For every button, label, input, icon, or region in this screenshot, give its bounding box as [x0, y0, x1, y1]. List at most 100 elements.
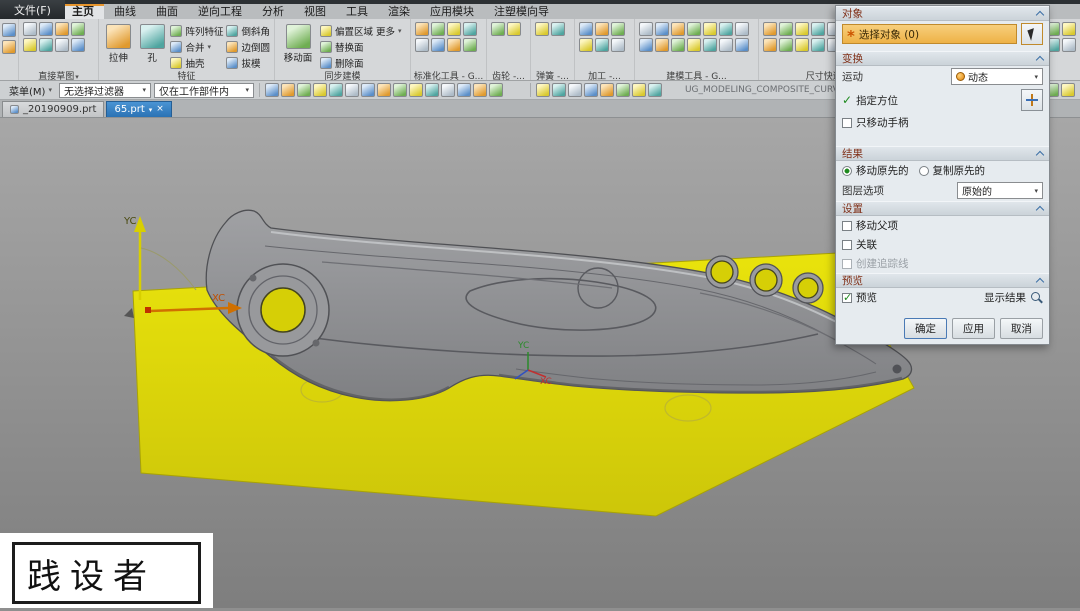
select-object-field[interactable]: * 选择对象 (0) [842, 24, 1017, 44]
ribbon-icon[interactable] [491, 22, 505, 36]
ribbon-icon[interactable] [703, 22, 717, 36]
chamfer-button[interactable]: 倒斜角 [226, 24, 270, 38]
tab-analysis[interactable]: 分析 [252, 4, 294, 19]
ribbon-icon[interactable] [431, 38, 445, 52]
ribbon-icon[interactable] [280, 83, 295, 97]
group-label-sync[interactable]: 同步建模 [275, 69, 410, 80]
ribbon-icon[interactable] [735, 38, 749, 52]
ribbon-icon[interactable] [1062, 38, 1076, 52]
close-icon[interactable]: × [156, 105, 164, 114]
section-header-result[interactable]: 结果 [836, 146, 1049, 161]
ribbon-icon[interactable] [763, 38, 777, 52]
ribbon-icon[interactable] [1062, 22, 1076, 36]
group-label-modeling-tools[interactable]: 建模工具 - G... [635, 69, 758, 80]
tab-curve[interactable]: 曲线 [104, 4, 146, 19]
group-label-direct-sketch[interactable]: 直接草图▾ [19, 69, 98, 80]
ribbon-icon[interactable] [23, 38, 37, 52]
ribbon-icon[interactable] [599, 83, 614, 97]
ribbon-icon[interactable] [719, 22, 733, 36]
ribbon-icon[interactable] [687, 22, 701, 36]
ribbon-icon[interactable] [639, 22, 653, 36]
replace-face-button[interactable]: 替换面 [320, 40, 373, 54]
ribbon-icon[interactable] [795, 22, 809, 36]
ribbon-icon[interactable] [392, 83, 407, 97]
ribbon-icon[interactable] [595, 22, 609, 36]
ribbon-icon[interactable] [611, 22, 625, 36]
motion-dropdown[interactable]: 动态 ▾ [951, 68, 1043, 85]
preview-checkbox[interactable] [842, 291, 852, 304]
ribbon-icon[interactable] [735, 22, 749, 36]
ribbon-icon[interactable] [296, 83, 311, 97]
ribbon-icon[interactable] [795, 38, 809, 52]
selection-filter-dropdown[interactable]: 无选择过滤器 ▾ [58, 82, 151, 98]
group-label-feature[interactable]: 特征 [99, 69, 274, 80]
ribbon-icon[interactable] [671, 22, 685, 36]
ribbon-icon[interactable] [447, 38, 461, 52]
ribbon-icon[interactable] [551, 22, 565, 36]
ribbon-icon[interactable] [611, 38, 625, 52]
ok-button[interactable]: 确定 [904, 318, 947, 339]
ribbon-icon[interactable] [703, 38, 717, 52]
ribbon-icon[interactable] [615, 83, 630, 97]
ribbon-icon[interactable] [551, 83, 566, 97]
ribbon-icon[interactable] [763, 22, 777, 36]
associative-checkbox[interactable] [842, 239, 852, 250]
section-header-preview[interactable]: 预览 [836, 273, 1049, 288]
tab-application-modules[interactable]: 应用模块 [420, 4, 484, 19]
tab-reverse-engineering[interactable]: 逆向工程 [188, 4, 252, 19]
csys-manipulator-button[interactable] [1021, 89, 1043, 111]
ribbon-icon[interactable] [415, 22, 429, 36]
ribbon-icon[interactable] [424, 83, 439, 97]
ribbon-icon[interactable] [408, 83, 423, 97]
ribbon-icon[interactable] [463, 38, 477, 52]
ribbon-icon[interactable] [2, 40, 16, 54]
ribbon-icon[interactable] [456, 83, 471, 97]
ribbon-icon[interactable] [1061, 83, 1075, 97]
ribbon-icon[interactable] [431, 22, 445, 36]
ribbon-icon[interactable] [631, 83, 646, 97]
ribbon-icon[interactable] [655, 22, 669, 36]
tab-view[interactable]: 视图 [294, 4, 336, 19]
file-menu-button[interactable]: 文件(F) [0, 0, 65, 19]
hole-3[interactable] [797, 277, 819, 299]
ribbon-icon[interactable] [2, 23, 16, 37]
ribbon-icon[interactable] [447, 22, 461, 36]
ribbon-icon[interactable] [488, 83, 503, 97]
ribbon-icon[interactable] [440, 83, 455, 97]
hole-button[interactable]: 孔 [137, 22, 168, 70]
ribbon-icon[interactable] [264, 83, 279, 97]
ribbon-icon[interactable] [71, 38, 85, 52]
ribbon-icon[interactable] [595, 38, 609, 52]
sync-more-button[interactable]: 更多 ▾ [376, 24, 402, 38]
part-tab-65[interactable]: 65.prt ▾ × [106, 101, 172, 117]
move-handles-checkbox[interactable] [842, 117, 852, 128]
ribbon-icon[interactable] [671, 38, 685, 52]
offset-region-button[interactable]: 偏置区域 [320, 24, 373, 38]
group-label-gear[interactable]: 齿轮 -... [487, 69, 530, 80]
ribbon-icon[interactable] [55, 38, 69, 52]
edge-blend-button[interactable]: 边倒圆 [226, 40, 270, 54]
section-header-settings[interactable]: 设置 [836, 201, 1049, 216]
move-face-button[interactable]: 移动面 [279, 22, 317, 70]
group-label-std-tools[interactable]: 标准化工具 - G... [411, 69, 486, 80]
ribbon-icon[interactable] [39, 22, 53, 36]
group-label-spring[interactable]: 弹簧 -... [531, 69, 574, 80]
move-parent-row[interactable]: 移动父项 [836, 216, 1049, 235]
ribbon-icon[interactable] [472, 83, 487, 97]
ribbon-icon[interactable] [344, 83, 359, 97]
ribbon-icon[interactable] [811, 22, 825, 36]
pattern-feature-button[interactable]: 阵列特征 [170, 24, 223, 38]
ribbon-icon[interactable] [535, 22, 549, 36]
section-header-transform[interactable]: 变换 [836, 51, 1049, 66]
show-result-magnifier-icon[interactable] [1030, 291, 1043, 304]
ribbon-icon[interactable] [360, 83, 375, 97]
ribbon-icon[interactable] [23, 22, 37, 36]
tab-mold-wizard[interactable]: 注塑模向导 [484, 4, 559, 19]
tab-home[interactable]: 主页 [62, 4, 104, 19]
ribbon-icon[interactable] [463, 22, 477, 36]
ribbon-icon[interactable] [71, 22, 85, 36]
copy-original-radio[interactable] [918, 165, 929, 176]
select-cursor-button[interactable] [1021, 23, 1043, 45]
ribbon-icon[interactable] [55, 22, 69, 36]
ribbon-icon[interactable] [779, 22, 793, 36]
